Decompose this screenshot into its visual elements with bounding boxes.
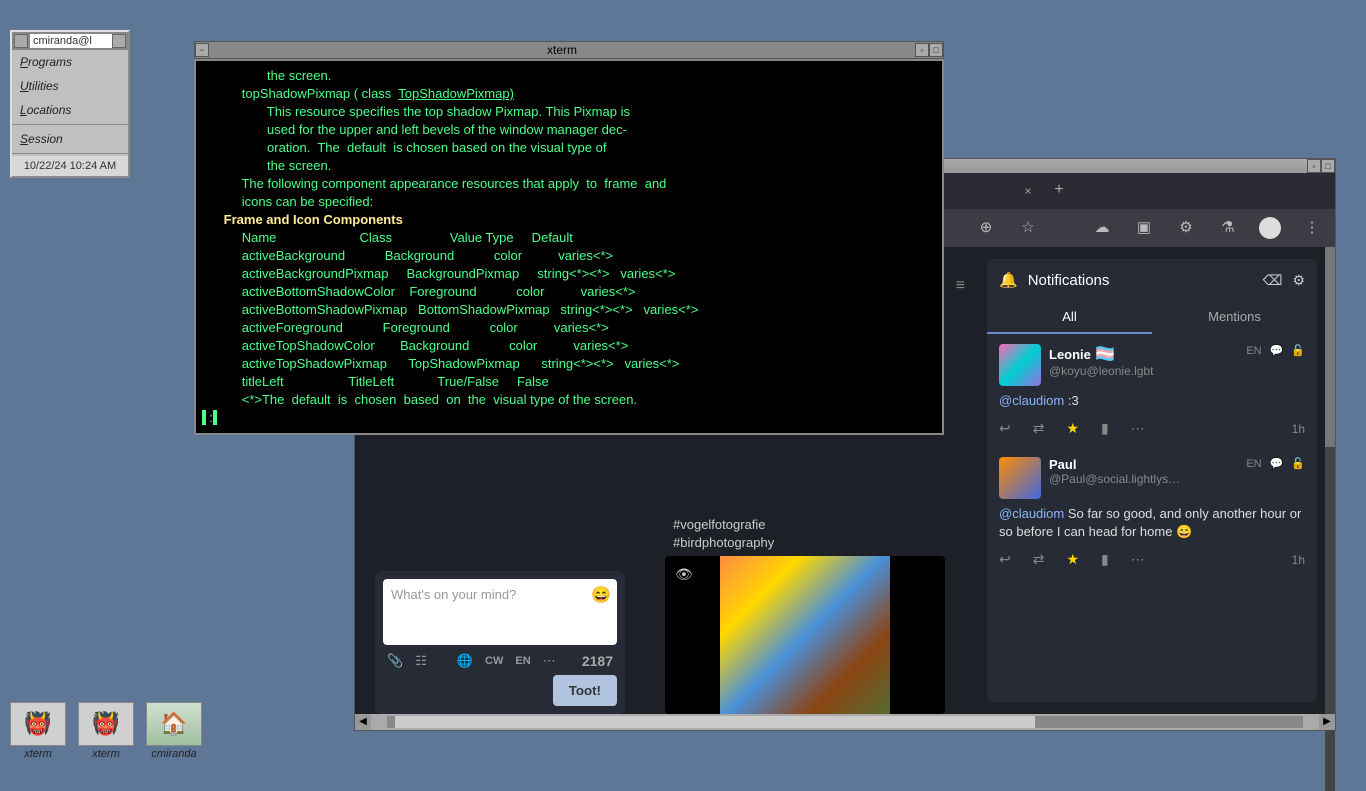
notifications-panel: 🔔 Notifications ⌫ ⚙ All Mentions Leonie …: [987, 259, 1317, 702]
menu-dots-icon[interactable]: ⋮: [1301, 217, 1323, 239]
menu-clock: 10/22/24 10:24 AM: [12, 156, 128, 176]
notif-display-name: Paul: [1049, 457, 1238, 472]
mention[interactable]: @claudiom: [999, 393, 1064, 408]
home-folder-icon: 🏠: [146, 702, 202, 746]
menu-item-locations[interactable]: Locations: [12, 98, 128, 122]
attach-icon[interactable]: 📎: [387, 653, 403, 669]
hashtag[interactable]: #vogelfotografie: [673, 517, 766, 532]
lang-badge: EN: [1246, 458, 1261, 470]
install-icon[interactable]: ⊕: [975, 217, 997, 239]
notif-handle: @Paul@social.lightlys…: [1049, 472, 1238, 486]
horizontal-scrollbar[interactable]: ◀ ▶: [355, 714, 1335, 730]
mention[interactable]: @claudiom: [999, 506, 1064, 521]
notif-time: 1h: [1292, 553, 1305, 567]
poll-icon[interactable]: ☷: [415, 653, 427, 669]
menu-item-utilities[interactable]: Utilities: [12, 74, 128, 98]
menu-item-programs[interactable]: Programs: [12, 50, 128, 74]
settings-icon[interactable]: ⚙: [1292, 272, 1305, 289]
shield-icon[interactable]: ▣: [1133, 217, 1155, 239]
menu-title: cmiranda@l: [30, 34, 112, 48]
scroll-right-arrow[interactable]: ▶: [1319, 714, 1335, 730]
xterm-max-button[interactable]: □: [929, 43, 943, 57]
avatar[interactable]: [999, 457, 1041, 499]
favorite-button[interactable]: ★: [1066, 551, 1079, 568]
extensions-icon[interactable]: ⚙: [1175, 217, 1197, 239]
lang-badge: EN: [1246, 345, 1261, 357]
desktop-icon-label: cmiranda: [142, 748, 206, 760]
desktop-icon-label: xterm: [6, 748, 70, 760]
post-hashtags: #vogelfotografie #birdphotography: [665, 512, 945, 556]
more-button[interactable]: ⋯: [1131, 551, 1145, 568]
char-count: 2187: [582, 653, 613, 669]
bookmark-star-icon[interactable]: ☆: [1017, 217, 1039, 239]
notif-handle: @koyu@leonie.lgbt: [1049, 364, 1238, 378]
cw-toggle[interactable]: CW: [485, 655, 503, 667]
post-media[interactable]: 👁: [665, 556, 945, 714]
menu-titlebar: cmiranda@l: [12, 32, 128, 50]
boost-button[interactable]: ⇄: [1033, 551, 1045, 568]
vertical-scrollbar[interactable]: [1325, 247, 1335, 791]
notification-item[interactable]: Paul @Paul@social.lightlys… EN 💬 🔓 @clau…: [987, 447, 1317, 578]
compose-textarea[interactable]: What's on your mind? 😄: [383, 579, 617, 645]
notification-item[interactable]: Leonie 🏳️‍⚧️ @koyu@leonie.lgbt EN 💬 🔓 @c…: [987, 334, 1317, 447]
toot-button[interactable]: Toot!: [553, 675, 617, 706]
reply-icon: 💬: [1270, 344, 1284, 357]
bookmark-button[interactable]: ▮: [1101, 551, 1109, 568]
desktop-icon-home[interactable]: 🏠 cmiranda: [142, 702, 206, 760]
unlock-icon: 🔓: [1291, 344, 1305, 357]
desktop-icon-xterm[interactable]: 👹 xterm: [74, 702, 138, 760]
visibility-icon[interactable]: 🌐: [457, 653, 473, 669]
bell-icon: 🔔: [999, 271, 1018, 289]
hashtag[interactable]: #birdphotography: [673, 535, 774, 550]
feed-post: #vogelfotografie #birdphotography 👁: [665, 512, 945, 714]
reply-icon: 💬: [1270, 457, 1284, 470]
xterm-titlebar[interactable]: − xterm ▫ □: [194, 41, 944, 59]
compose-placeholder: What's on your mind?: [391, 587, 516, 602]
bookmark-button[interactable]: ▮: [1101, 420, 1109, 437]
tab-all[interactable]: All: [987, 301, 1152, 334]
xterm-menu-button[interactable]: −: [195, 43, 209, 57]
cloud-icon[interactable]: ☁: [1091, 217, 1113, 239]
daemon-icon: 👹: [78, 702, 134, 746]
browser-min-button[interactable]: ▫: [1307, 159, 1321, 173]
compose-box: What's on your mind? 😄 📎 ☷ 🌐 CW EN ⋯ 218…: [375, 571, 625, 714]
browser-max-button[interactable]: □: [1321, 159, 1335, 173]
desktop-menu-panel: cmiranda@l Programs Utilities Locations …: [10, 30, 130, 178]
notif-time: 1h: [1292, 422, 1305, 436]
xterm-terminal[interactable]: the screen. topShadowPixmap ( class TopS…: [194, 59, 944, 435]
xterm-min-button[interactable]: ▫: [915, 43, 929, 57]
menu-max-button[interactable]: [112, 34, 126, 48]
more-button[interactable]: ⋯: [1131, 420, 1145, 437]
lang-toggle[interactable]: EN: [515, 655, 530, 667]
unlock-icon: 🔓: [1291, 457, 1305, 470]
labs-icon[interactable]: ⚗: [1217, 217, 1239, 239]
notif-display-name: Leonie: [1049, 347, 1091, 362]
notif-body: @claudiom So far so good, and only anoth…: [999, 505, 1305, 541]
filter-icon[interactable]: ≡: [956, 277, 965, 295]
tab-close-button[interactable]: ×: [1021, 184, 1035, 198]
tab-mentions[interactable]: Mentions: [1152, 301, 1317, 334]
hide-media-icon[interactable]: 👁: [675, 566, 693, 583]
menu-item-session[interactable]: Session: [12, 127, 128, 151]
new-tab-button[interactable]: +: [1049, 181, 1069, 201]
boost-button[interactable]: ⇄: [1033, 420, 1045, 437]
desktop-icon-xterm[interactable]: 👹 xterm: [6, 702, 70, 760]
desktop-icon-label: xterm: [74, 748, 138, 760]
xterm-title: xterm: [209, 42, 915, 58]
daemon-icon: 👹: [10, 702, 66, 746]
emoji-picker-icon[interactable]: 😄: [591, 585, 611, 605]
clear-icon[interactable]: ⌫: [1263, 272, 1283, 289]
xterm-window: − xterm ▫ □ the screen. topShadowPixmap …: [194, 41, 944, 435]
menu-close-button[interactable]: [14, 34, 28, 48]
notif-body: @claudiom :3: [999, 392, 1305, 410]
reply-button[interactable]: ↩: [999, 420, 1011, 437]
more-icon[interactable]: ⋯: [543, 653, 556, 669]
scroll-left-arrow[interactable]: ◀: [355, 714, 371, 730]
favorite-button[interactable]: ★: [1066, 420, 1079, 437]
reply-button[interactable]: ↩: [999, 551, 1011, 568]
bird-image: [720, 556, 890, 714]
avatar[interactable]: [999, 344, 1041, 386]
profile-avatar-icon[interactable]: [1259, 217, 1281, 239]
notifications-title: Notifications: [1028, 272, 1253, 289]
